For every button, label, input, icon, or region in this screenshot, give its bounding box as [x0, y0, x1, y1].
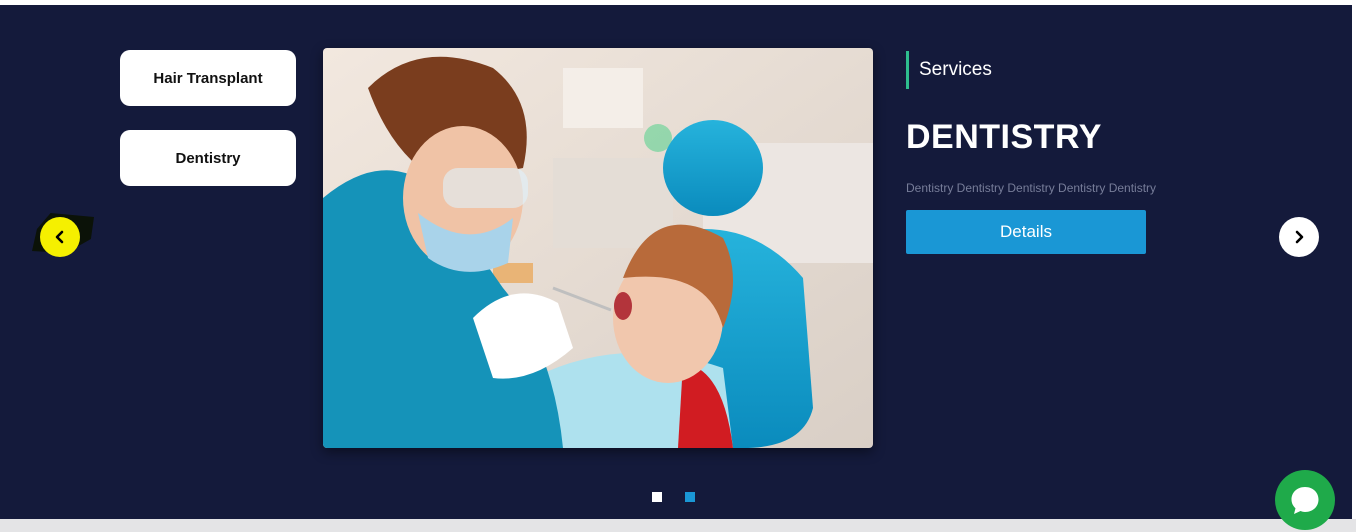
chevron-right-icon [1295, 230, 1304, 244]
next-slide-button[interactable] [1279, 217, 1319, 257]
dentist-with-child-photo [323, 48, 873, 448]
tab-dentistry[interactable]: Dentistry [120, 130, 296, 186]
chevron-left-icon [55, 230, 64, 244]
tab-label: Dentistry [175, 149, 241, 167]
details-label: Details [1000, 222, 1052, 241]
details-button[interactable]: Details [906, 210, 1146, 254]
chat-bubble-icon [1291, 487, 1319, 514]
slide-title: DENTISTRY [906, 118, 1102, 156]
kicker-label: Services [919, 59, 992, 80]
tab-label: Hair Transplant [153, 69, 263, 87]
pagination-dot-1[interactable] [652, 492, 662, 502]
chat-button[interactable] [1275, 470, 1335, 530]
pagination-dot-2-active[interactable] [685, 492, 695, 502]
tab-hair-transplant[interactable]: Hair Transplant [120, 50, 296, 106]
prev-slide-button[interactable] [40, 217, 80, 257]
section-divider [0, 519, 1356, 532]
page-edge [1352, 5, 1356, 519]
slide-description: Dentistry Dentistry Dentistry Dentistry … [906, 181, 1157, 195]
section-kicker: Services [906, 51, 992, 89]
